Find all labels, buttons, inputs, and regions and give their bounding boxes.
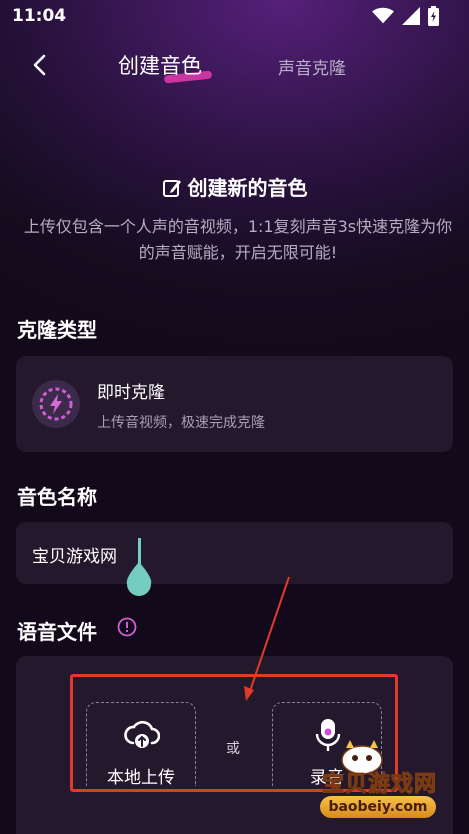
voice-name-value[interactable]: 宝贝游戏网: [32, 542, 117, 567]
page-description: 上传仅包含一个人声的音视频，1:1复刻声音3s快速克隆为你的声音赋能，开启无限可…: [23, 217, 453, 262]
watermark-url: baobeiy.com: [320, 796, 436, 818]
voice-file-title: 语音文件: [17, 620, 97, 644]
clone-option-name: 即时克隆: [97, 383, 165, 403]
tab-create-voice[interactable]: 创建音色: [118, 50, 202, 80]
lightning-icon: [39, 387, 73, 421]
page-title-text: 创建新的音色: [187, 176, 308, 200]
clone-type-title: 克隆类型: [17, 318, 97, 342]
top-nav: 创建音色 声音克隆: [0, 40, 469, 88]
watermark-title: 宝贝游戏网: [321, 772, 438, 798]
tab-voice-clone[interactable]: 声音克隆: [278, 54, 346, 79]
status-time: 11:04: [12, 6, 67, 26]
status-bar: 11:04: [0, 0, 469, 34]
text-caret: [138, 538, 141, 564]
wifi-icon: [372, 7, 394, 24]
edit-icon: [162, 180, 181, 197]
status-icons: [372, 6, 439, 26]
cursor-handle[interactable]: [125, 562, 153, 596]
voice-name-input[interactable]: 宝贝游戏网: [16, 522, 453, 596]
watermark: 宝贝游戏网 baobeiy.com: [300, 738, 460, 828]
info-icon[interactable]: [117, 617, 137, 637]
voice-name-title: 音色名称: [17, 485, 97, 509]
clone-type-option[interactable]: 即时克隆 上传音视频，极速完成克隆: [16, 356, 453, 452]
clone-option-desc: 上传音视频，极速完成克隆: [97, 415, 265, 431]
signal-icon: [402, 7, 420, 25]
page-title: 创建新的音色: [0, 172, 469, 201]
back-icon[interactable]: [26, 50, 56, 80]
clone-icon-badge: [32, 380, 80, 428]
battery-icon: [428, 6, 439, 26]
